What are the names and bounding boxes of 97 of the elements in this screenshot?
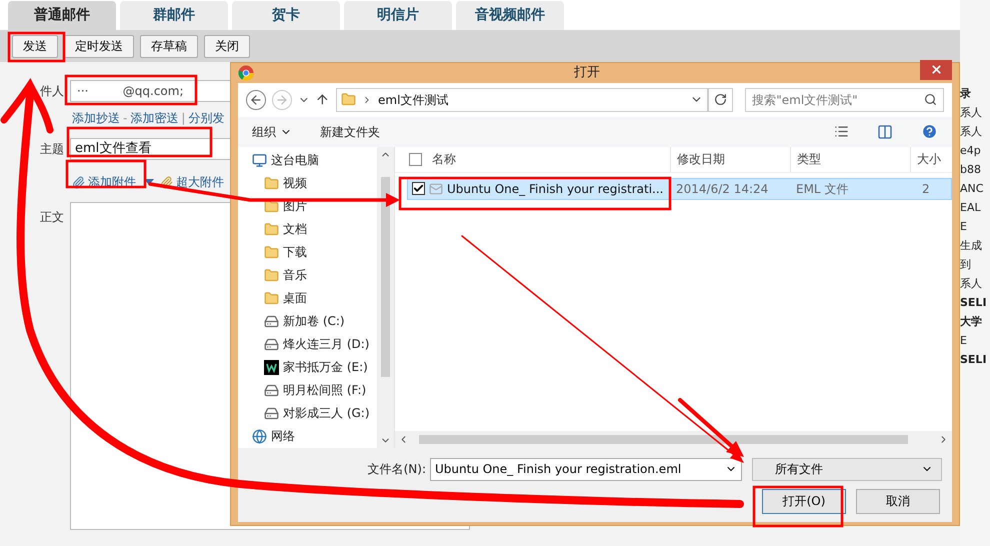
address-bar[interactable]: eml文件测试 [336, 88, 708, 112]
organize-menu[interactable]: 组织 [252, 122, 292, 140]
folder-icon [264, 222, 279, 236]
drive-icon [264, 382, 279, 398]
side-panel-text: E [960, 219, 968, 234]
field-label: 件人 [39, 83, 64, 100]
refresh-button[interactable] [708, 88, 734, 112]
field-label: 正文 [39, 209, 64, 226]
link[interactable]: 添加密送 [130, 109, 178, 127]
link[interactable]: 分别发 [188, 109, 224, 127]
dialog-button[interactable]: 打开(O) [762, 488, 846, 514]
paperclip-icon [160, 176, 173, 188]
file-type-select[interactable]: 所有文件 [752, 458, 942, 480]
large-attachment-link[interactable]: 超大附件 [176, 173, 224, 191]
side-panel-text: 到 [960, 257, 972, 272]
refresh-icon [714, 93, 727, 106]
side-panel-text: E [960, 333, 968, 348]
new-folder-button[interactable]: 新建文件夹 [320, 122, 380, 140]
file-type: EML 文件 [795, 180, 850, 198]
link-separator: | [181, 110, 186, 127]
nav-item[interactable]: 音乐 [238, 264, 377, 286]
tab[interactable]: 贺卡 [232, 1, 340, 30]
browser-logo-icon [238, 64, 254, 81]
help-icon[interactable] [921, 123, 938, 140]
nav-item[interactable]: 桌面 [238, 286, 377, 310]
file-name: Ubuntu One_ Finish your registrati... [447, 180, 664, 198]
column-header[interactable]: 名称 [432, 150, 456, 168]
close-button[interactable] [920, 60, 952, 80]
nav-item[interactable]: 新加卷 (C:) [238, 310, 377, 332]
side-panel-text: 系人 [960, 105, 983, 120]
address-path: eml文件测试 [378, 92, 450, 108]
nav-item[interactable]: 网络 [238, 424, 377, 448]
toolbar-button[interactable]: 存草稿 [140, 34, 198, 58]
paperclip-icon [72, 176, 85, 188]
close-icon [930, 63, 942, 76]
folder-icon [264, 290, 279, 306]
select-all-checkbox[interactable] [409, 152, 422, 166]
folder-icon [341, 92, 356, 107]
toolbar-button[interactable]: 定时发送 [64, 34, 134, 58]
side-panel-text: 生成 [960, 238, 983, 253]
search-icon [924, 93, 937, 106]
toolbar-button[interactable]: 发送 [12, 34, 58, 58]
tab[interactable]: 群邮件 [120, 1, 228, 30]
drive-icon [264, 406, 279, 420]
toolbar-button[interactable]: 关闭 [204, 34, 250, 58]
file-date: 2014/6/2 14:24 [675, 180, 770, 198]
link[interactable]: 添加抄送 [72, 109, 120, 127]
tab[interactable]: 明信片 [344, 1, 452, 30]
drive-icon [264, 314, 279, 328]
file-row[interactable]: Ubuntu One_ Finish your registrati... 2014/6/2 14:24 EML 文件 2 [407, 178, 952, 200]
nav-item[interactable]: 明月松间照 (F:) [238, 378, 377, 402]
nav-item[interactable]: 家书抵万金 (E:) [238, 356, 377, 378]
computer-icon [252, 152, 267, 168]
dialog-button[interactable]: 取消 [856, 488, 940, 514]
tab[interactable]: 普通邮件 [8, 1, 116, 30]
highlight-box [8, 32, 66, 62]
column-header[interactable]: 大小 [911, 150, 941, 168]
tab[interactable]: 音视频邮件 [456, 1, 564, 30]
nav-item[interactable]: 烽火连三月 (D:) [238, 332, 377, 356]
folder-icon [264, 176, 279, 190]
filename-label: 文件名(N): [366, 461, 426, 478]
app-logo-icon [264, 360, 279, 374]
dialog-title: 打开 [573, 64, 601, 82]
folder-icon [264, 244, 279, 260]
side-panel-text: 录 [960, 86, 972, 101]
search-field[interactable]: 搜索"eml文件测试" [745, 88, 944, 112]
nav-item[interactable]: 下载 [238, 240, 377, 264]
side-panel-text: SELI [960, 295, 988, 310]
column-header[interactable]: 修改日期 [671, 146, 791, 172]
side-panel-text: SELI [960, 352, 988, 367]
side-panel-text: EAL [960, 200, 982, 215]
side-panel-text: 系人 [960, 276, 983, 291]
side-panel-text: e4p [960, 143, 982, 158]
nav-item[interactable]: 对影成三人 (G:) [238, 402, 377, 424]
side-panel-text: ANC [960, 181, 984, 196]
file-size: 2 [921, 180, 930, 198]
row-checkbox[interactable] [412, 182, 425, 195]
filename-field[interactable]: Ubuntu One_ Finish your registration.eml [430, 458, 742, 480]
view-list-icon[interactable] [834, 124, 849, 139]
side-panel-text: 大学 [960, 314, 983, 329]
caret-icon[interactable] [144, 179, 154, 185]
column-header[interactable]: 类型 [791, 146, 911, 172]
mail-icon [429, 182, 443, 196]
scrollbar[interactable] [377, 146, 394, 448]
horizontal-scrollbar[interactable] [395, 430, 952, 448]
field-label: 主题 [39, 141, 64, 158]
globe-icon [252, 428, 267, 444]
nav-item[interactable]: 视频 [238, 172, 377, 194]
preview-pane-icon[interactable] [877, 124, 893, 140]
nav-item[interactable]: 文档 [238, 218, 377, 240]
link-separator: - [123, 110, 128, 127]
drive-icon [264, 336, 279, 352]
side-panel-text: 系人 [960, 124, 983, 139]
back-icon[interactable] [246, 90, 266, 110]
folder-icon [264, 268, 279, 282]
side-panel-text: b88 [960, 162, 982, 177]
nav-item[interactable]: 这台电脑 [238, 148, 377, 172]
